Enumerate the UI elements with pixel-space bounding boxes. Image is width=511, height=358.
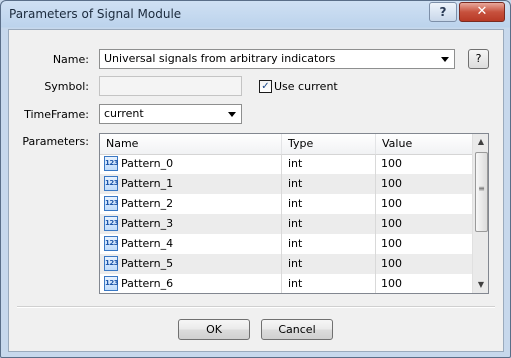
param-name-cell: 123 Pattern_4 bbox=[100, 234, 282, 254]
name-label: Name: bbox=[52, 53, 89, 66]
param-type: int bbox=[282, 154, 376, 174]
timeframe-select-value: current bbox=[104, 107, 144, 120]
param-name: Pattern_5 bbox=[121, 257, 174, 270]
param-value[interactable]: 100 bbox=[376, 274, 472, 293]
divider bbox=[17, 306, 495, 308]
integer-param-icon: 123 bbox=[104, 276, 119, 291]
title-help-button[interactable]: ? bbox=[429, 2, 457, 22]
param-value[interactable]: 100 bbox=[376, 234, 472, 254]
param-type: int bbox=[282, 254, 376, 274]
param-name: Pattern_1 bbox=[121, 177, 174, 190]
chevron-down-icon bbox=[441, 57, 449, 62]
timeframe-label: TimeFrame: bbox=[24, 108, 89, 121]
param-name: Pattern_4 bbox=[121, 237, 174, 250]
column-header-type[interactable]: Type bbox=[282, 134, 376, 154]
param-value[interactable]: 100 bbox=[376, 194, 472, 214]
param-type: int bbox=[282, 214, 376, 234]
integer-param-icon: 123 bbox=[104, 256, 119, 271]
column-header-value[interactable]: Value bbox=[376, 134, 472, 154]
title-bar[interactable]: Parameters of Signal Module ? ✕ bbox=[1, 1, 510, 27]
table-row[interactable]: 123 Pattern_4 int 100 bbox=[100, 234, 472, 254]
param-value[interactable]: 100 bbox=[376, 154, 472, 174]
grip-icon: ≡ bbox=[478, 184, 485, 193]
symbol-label: Symbol: bbox=[44, 80, 89, 93]
integer-param-icon: 123 bbox=[104, 216, 119, 231]
window-title: Parameters of Signal Module bbox=[9, 7, 182, 21]
grid-header: Name Type Value bbox=[100, 134, 472, 155]
param-name: Pattern_3 bbox=[121, 217, 174, 230]
param-name: Pattern_6 bbox=[121, 277, 174, 290]
table-row[interactable]: 123 Pattern_3 int 100 bbox=[100, 214, 472, 234]
parameters-label: Parameters: bbox=[22, 135, 89, 148]
scroll-down-arrow-icon[interactable]: ▼ bbox=[473, 277, 488, 293]
param-type: int bbox=[282, 234, 376, 254]
param-name: Pattern_0 bbox=[121, 157, 174, 170]
use-current-label: Use current bbox=[274, 80, 338, 93]
table-row[interactable]: 123 Pattern_1 int 100 bbox=[100, 174, 472, 194]
param-type: int bbox=[282, 274, 376, 293]
symbol-input[interactable] bbox=[99, 76, 242, 96]
parameters-grid[interactable]: Name Type Value 123 Pattern_0 int 100 12… bbox=[99, 133, 489, 294]
param-type: int bbox=[282, 194, 376, 214]
param-value[interactable]: 100 bbox=[376, 254, 472, 274]
scroll-up-arrow-icon[interactable]: ▲ bbox=[473, 134, 488, 150]
name-select[interactable]: Universal signals from arbitrary indicat… bbox=[99, 49, 455, 69]
integer-param-icon: 123 bbox=[104, 196, 119, 211]
vertical-scrollbar[interactable]: ▲ ≡ ▼ bbox=[472, 134, 488, 293]
integer-param-icon: 123 bbox=[104, 176, 119, 191]
table-row[interactable]: 123 Pattern_0 int 100 bbox=[100, 154, 472, 174]
table-row[interactable]: 123 Pattern_2 int 100 bbox=[100, 194, 472, 214]
name-help-button[interactable]: ? bbox=[468, 49, 489, 69]
param-name-cell: 123 Pattern_3 bbox=[100, 214, 282, 234]
param-value[interactable]: 100 bbox=[376, 174, 472, 194]
integer-param-icon: 123 bbox=[104, 236, 119, 251]
param-name: Pattern_2 bbox=[121, 197, 174, 210]
param-name-cell: 123 Pattern_1 bbox=[100, 174, 282, 194]
dialog-content: Name: Universal signals from arbitrary i… bbox=[8, 29, 504, 352]
param-type: int bbox=[282, 174, 376, 194]
use-current-checkbox[interactable]: ✓ bbox=[259, 80, 272, 93]
column-header-name[interactable]: Name bbox=[100, 134, 282, 154]
integer-param-icon: 123 bbox=[104, 156, 119, 171]
table-row[interactable]: 123 Pattern_5 int 100 bbox=[100, 254, 472, 274]
timeframe-select[interactable]: current bbox=[99, 104, 242, 124]
chevron-down-icon bbox=[228, 112, 236, 117]
param-value[interactable]: 100 bbox=[376, 214, 472, 234]
table-row[interactable]: 123 Pattern_6 int 100 bbox=[100, 274, 472, 293]
param-name-cell: 123 Pattern_0 bbox=[100, 154, 282, 174]
param-name-cell: 123 Pattern_2 bbox=[100, 194, 282, 214]
dialog-window: Parameters of Signal Module ? ✕ Name: Un… bbox=[0, 0, 511, 358]
name-select-value: Universal signals from arbitrary indicat… bbox=[104, 52, 336, 65]
param-name-cell: 123 Pattern_5 bbox=[100, 254, 282, 274]
cancel-button[interactable]: Cancel bbox=[261, 319, 333, 340]
scrollbar-thumb[interactable]: ≡ bbox=[475, 152, 488, 232]
ok-button[interactable]: OK bbox=[178, 319, 250, 340]
param-name-cell: 123 Pattern_6 bbox=[100, 274, 282, 293]
close-button[interactable]: ✕ bbox=[459, 2, 505, 22]
